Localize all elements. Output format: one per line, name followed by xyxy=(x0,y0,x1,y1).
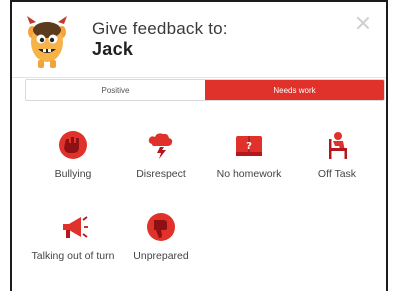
header-divider xyxy=(12,77,386,78)
thumbs-down-icon xyxy=(147,213,175,241)
behavior-no-homework[interactable]: ? No homework xyxy=(206,130,292,180)
feedback-type-toggle: Positive Needs work xyxy=(25,79,385,101)
behavior-label: Off Task xyxy=(317,168,357,180)
behavior-label: Unprepared xyxy=(133,250,189,262)
hand-stop-icon xyxy=(59,131,87,159)
close-icon[interactable] xyxy=(356,16,370,30)
cloud-storm-icon xyxy=(148,133,173,159)
behavior-label: Talking out of turn xyxy=(31,250,115,262)
tab-needs-work[interactable]: Needs work xyxy=(205,80,384,100)
megaphone-icon xyxy=(63,216,88,238)
feedback-dialog: Give feedback to: Jack Positive Needs wo… xyxy=(10,0,388,291)
svg-text:?: ? xyxy=(246,141,252,152)
tab-positive[interactable]: Positive xyxy=(26,80,205,100)
student-name: Jack xyxy=(92,39,134,59)
student-avatar xyxy=(27,16,67,68)
behavior-talking-out-of-turn[interactable]: Talking out of turn xyxy=(30,212,116,262)
chair-person-icon xyxy=(329,132,347,159)
behavior-label: Bullying xyxy=(54,168,92,180)
feedback-prompt: Give feedback to: xyxy=(92,19,228,38)
book-question-icon: ? xyxy=(236,136,262,156)
behavior-disrespect[interactable]: Disrespect xyxy=(118,130,204,180)
behavior-bullying[interactable]: Bullying xyxy=(30,130,116,180)
behavior-off-task[interactable]: Off Task xyxy=(294,130,380,180)
behavior-label: No homework xyxy=(216,168,282,180)
behavior-unprepared[interactable]: Unprepared xyxy=(118,212,204,262)
behavior-label: Disrespect xyxy=(136,168,186,180)
